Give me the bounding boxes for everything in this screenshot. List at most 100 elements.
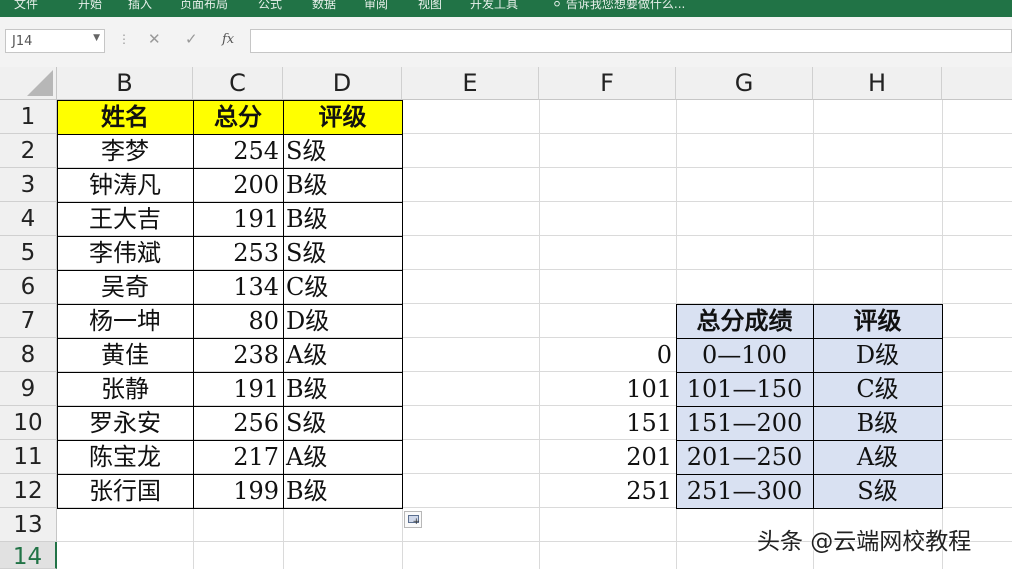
table-cell[interactable]: 191	[193, 202, 283, 236]
table-cell[interactable]: 钟涛凡	[57, 168, 193, 202]
table-cell[interactable]: 张静	[57, 372, 193, 406]
table-cell[interactable]: 217	[193, 440, 283, 474]
ribbon-tab-insert[interactable]: 插入	[128, 0, 152, 12]
ribbon-tab-formulas[interactable]: 公式	[258, 0, 282, 12]
lookup-header-score-range[interactable]: 总分成绩	[676, 304, 813, 338]
ribbon-tab-view[interactable]: 视图	[418, 0, 442, 12]
header-cell-score[interactable]: 总分	[193, 100, 283, 134]
lookup-threshold-cell[interactable]: 201	[539, 440, 676, 474]
column-header-d[interactable]: D	[283, 67, 402, 100]
table-cell[interactable]: 李伟斌	[57, 236, 193, 270]
ribbon-tab-developer[interactable]: 开发工具	[470, 0, 518, 12]
lookup-threshold-cell[interactable]: 251	[539, 474, 676, 508]
row-header[interactable]: 7	[0, 304, 57, 338]
row-header[interactable]: 13	[0, 508, 57, 542]
table-cell[interactable]: 256	[193, 406, 283, 440]
table-cell[interactable]: 罗永安	[57, 406, 193, 440]
name-box-value: J14	[12, 34, 33, 49]
table-cell[interactable]: S级	[283, 406, 402, 440]
lookup-range-cell[interactable]: 0—100	[676, 338, 813, 372]
table-cell[interactable]: 191	[193, 372, 283, 406]
enter-icon[interactable]: ✓	[185, 30, 198, 48]
table-cell[interactable]: 陈宝龙	[57, 440, 193, 474]
table-cell[interactable]: B级	[283, 168, 402, 202]
insert-function-icon[interactable]: fx	[222, 32, 234, 47]
row-header[interactable]: 12	[0, 474, 57, 508]
chevron-down-icon[interactable]: ▼	[93, 33, 100, 43]
ribbon-tab-file[interactable]: 文件	[14, 0, 38, 12]
ribbon: 文件 开始 插入 页面布局 公式 数据 审阅 视图 开发工具 ⚪ 告诉我您想要做…	[0, 0, 1012, 17]
tell-me-search[interactable]: ⚪ 告诉我您想要做什么...	[552, 0, 685, 12]
table-cell[interactable]: 王大吉	[57, 202, 193, 236]
more-options-icon[interactable]: ⋮	[118, 32, 130, 46]
table-cell[interactable]: 254	[193, 134, 283, 168]
formula-input[interactable]	[250, 29, 1012, 53]
table-cell[interactable]: 253	[193, 236, 283, 270]
paste-options-button[interactable]: +	[404, 511, 422, 528]
lookup-threshold-cell[interactable]: 151	[539, 406, 676, 440]
column-header-h[interactable]: H	[813, 67, 942, 100]
ribbon-tab-home[interactable]: 开始	[78, 0, 102, 12]
column-headers: B C D E F G H I	[0, 67, 1012, 100]
watermark: 头条 @云端网校教程	[757, 529, 972, 555]
lookup-range-cell[interactable]: 101—150	[676, 372, 813, 406]
table-cell[interactable]: B级	[283, 474, 402, 508]
table-cell[interactable]: 张行国	[57, 474, 193, 508]
lookup-grade-cell[interactable]: C级	[813, 372, 942, 406]
row-header[interactable]: 1	[0, 100, 57, 134]
cancel-icon[interactable]: ✕	[148, 30, 161, 48]
table-cell[interactable]: 杨一坤	[57, 304, 193, 338]
column-header-e[interactable]: E	[402, 67, 539, 100]
row-header[interactable]: 8	[0, 338, 57, 372]
row-header[interactable]: 5	[0, 236, 57, 270]
plus-icon: +	[412, 517, 420, 527]
row-header-active[interactable]: 14	[0, 542, 57, 570]
select-all-button[interactable]	[0, 67, 57, 100]
row-header[interactable]: 9	[0, 372, 57, 406]
lookup-range-cell[interactable]: 251—300	[676, 474, 813, 508]
table-cell[interactable]: 80	[193, 304, 283, 338]
lookup-grade-cell[interactable]: B级	[813, 406, 942, 440]
table-cell[interactable]: B级	[283, 372, 402, 406]
table-cell[interactable]: 李梦	[57, 134, 193, 168]
lookup-threshold-cell[interactable]: 0	[539, 338, 676, 372]
row-header[interactable]: 6	[0, 270, 57, 304]
table-cell[interactable]: C级	[283, 270, 402, 304]
name-box[interactable]: J14 ▼	[5, 29, 105, 53]
column-header-b[interactable]: B	[57, 67, 193, 100]
column-header-i[interactable]: I	[942, 67, 1012, 100]
lookup-range-cell[interactable]: 151—200	[676, 406, 813, 440]
row-header[interactable]: 10	[0, 406, 57, 440]
column-header-g[interactable]: G	[676, 67, 813, 100]
table-cell[interactable]: D级	[283, 304, 402, 338]
lookup-range-cell[interactable]: 201—250	[676, 440, 813, 474]
row-header[interactable]: 3	[0, 168, 57, 202]
lookup-header-grade[interactable]: 评级	[813, 304, 942, 338]
table-cell[interactable]: A级	[283, 440, 402, 474]
ribbon-tab-page-layout[interactable]: 页面布局	[180, 0, 228, 12]
table-cell[interactable]: 吴奇	[57, 270, 193, 304]
table-cell[interactable]: 199	[193, 474, 283, 508]
table-cell[interactable]: 238	[193, 338, 283, 372]
row-header[interactable]: 4	[0, 202, 57, 236]
row-header[interactable]: 2	[0, 134, 57, 168]
ribbon-tab-review[interactable]: 审阅	[364, 0, 388, 12]
ribbon-tab-data[interactable]: 数据	[312, 0, 336, 12]
table-cell[interactable]: 黄佳	[57, 338, 193, 372]
table-cell[interactable]: S级	[283, 236, 402, 270]
lookup-grade-cell[interactable]: S级	[813, 474, 942, 508]
table-cell[interactable]: 200	[193, 168, 283, 202]
lookup-grade-cell[interactable]: A级	[813, 440, 942, 474]
table-cell[interactable]: 134	[193, 270, 283, 304]
table-cell[interactable]: A级	[283, 338, 402, 372]
column-header-c[interactable]: C	[193, 67, 283, 100]
header-cell-name[interactable]: 姓名	[57, 100, 193, 134]
row-header[interactable]: 11	[0, 440, 57, 474]
lookup-grade-cell[interactable]: D级	[813, 338, 942, 372]
table-cell[interactable]: S级	[283, 134, 402, 168]
column-header-f[interactable]: F	[539, 67, 676, 100]
lookup-threshold-cell[interactable]: 101	[539, 372, 676, 406]
table-cell[interactable]: B级	[283, 202, 402, 236]
header-cell-grade[interactable]: 评级	[283, 100, 402, 134]
tell-me-label: 告诉我您想要做什么...	[565, 0, 686, 11]
